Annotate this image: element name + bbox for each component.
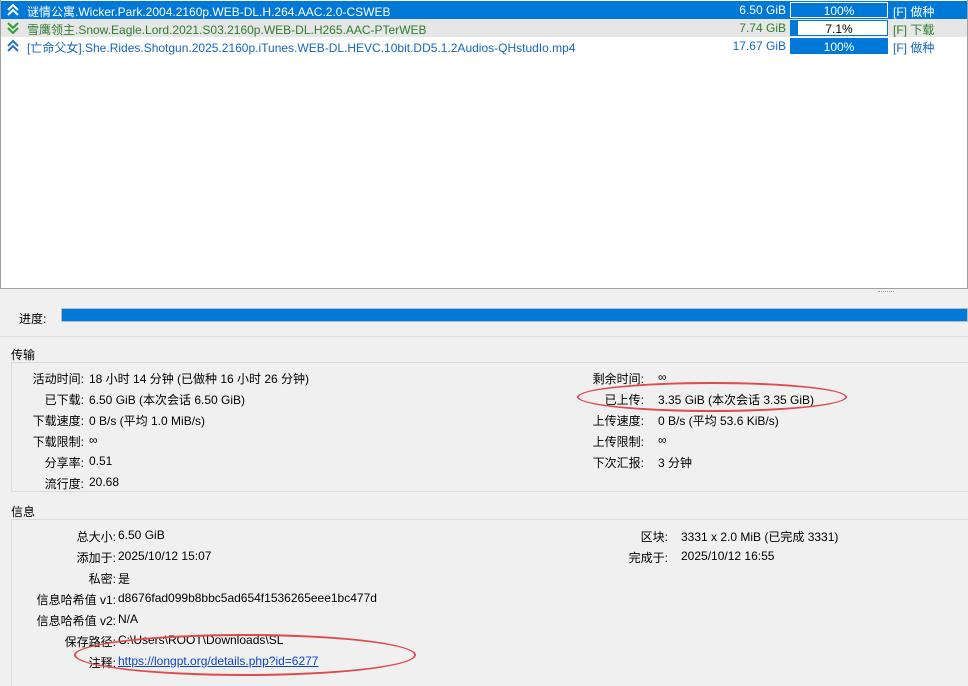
uploaded-value: 3.35 GiB (本次会话 3.35 GiB): [658, 393, 815, 407]
torrent-status: [F] 做种: [893, 5, 935, 19]
reannounce-label: 下次汇报:: [592, 456, 644, 470]
seed-up-icon: [7, 39, 19, 52]
splitter-grip[interactable]: [878, 291, 894, 293]
downloaded-label: 已下载:: [44, 393, 84, 407]
completed-on-label: 完成于:: [628, 551, 668, 565]
seed-up-icon: [7, 3, 19, 16]
torrent-size: 7.74 GiB: [739, 21, 786, 35]
save-path-label: 保存路径:: [64, 635, 116, 649]
ratio-label: 分享率:: [44, 456, 84, 470]
torrent-status: [F] 下载: [893, 23, 935, 37]
total-size-value: 6.50 GiB: [118, 528, 165, 542]
downloaded-value: 6.50 GiB (本次会话 6.50 GiB): [89, 393, 246, 407]
download-limit-label: 下载限制:: [32, 435, 84, 449]
progress-section: 进度:: [0, 295, 968, 337]
hash-v1-label: 信息哈希值 v1:: [36, 593, 116, 607]
torrent-name: [亡命父女].She.Rides.Shotgun.2025.2160p.iTun…: [27, 41, 576, 55]
torrent-progress-bar: 100%: [790, 2, 888, 18]
uploaded-label: 已上传:: [604, 393, 644, 407]
upload-limit-label: 上传限制:: [592, 435, 644, 449]
added-on-label: 添加于:: [76, 551, 116, 565]
pieces-label: 区块:: [640, 530, 668, 544]
reannounce-value: 3 分钟: [658, 456, 693, 470]
comment-label: 注释:: [88, 656, 116, 670]
download-speed-value: 0 B/s (平均 1.0 MiB/s): [89, 414, 206, 428]
torrent-progress-text: 100%: [823, 40, 855, 54]
transfer-group: 活动时间: 18 小时 14 分钟 (已做种 16 小时 26 分钟) 已下载:…: [11, 362, 968, 492]
download-speed-label: 下载速度:: [32, 414, 84, 428]
upload-speed-label: 上传速度:: [592, 414, 644, 428]
transfer-group-title: 传输: [11, 348, 36, 362]
torrent-status: [F] 做种: [893, 41, 935, 55]
hash-v2-label: 信息哈希值 v2:: [36, 614, 116, 628]
torrent-list[interactable]: 谜情公寓.Wicker.Park.2004.2160p.WEB-DL.H.264…: [0, 0, 968, 289]
save-path-value[interactable]: C:\Users\ROOT\Downloads\SL: [118, 633, 283, 647]
hash-v2-value: N/A: [118, 612, 139, 626]
progress-label: 进度:: [19, 312, 47, 326]
popularity-label: 流行度:: [44, 477, 84, 491]
active-time-label: 活动时间:: [32, 372, 84, 386]
torrent-size: 17.67 GiB: [732, 39, 786, 53]
torrent-row-2[interactable]: [亡命父女].She.Rides.Shotgun.2025.2160p.iTun…: [1, 37, 967, 55]
torrent-row-0[interactable]: 谜情公寓.Wicker.Park.2004.2160p.WEB-DL.H.264…: [1, 1, 967, 19]
eta-value: ∞: [658, 370, 667, 384]
info-group: 总大小: 6.50 GiB 添加于: 2025/10/12 15:07 私密: …: [11, 519, 968, 686]
upload-speed-value: 0 B/s (平均 53.6 KiB/s): [658, 414, 779, 428]
torrent-progress-bar: 7.1%: [790, 20, 888, 36]
hash-v1-value[interactable]: d8676fad099b8bbc5ad654f1536265eee1bc477d: [118, 591, 377, 605]
ratio-value: 0.51: [89, 454, 113, 468]
private-label: 私密:: [88, 572, 116, 586]
torrent-size: 6.50 GiB: [739, 3, 786, 17]
active-time-value: 18 小时 14 分钟 (已做种 16 小时 26 分钟): [89, 372, 310, 386]
progress-bar: [61, 308, 968, 322]
pieces-value: 3331 x 2.0 MiB (已完成 3331): [681, 530, 839, 544]
torrent-name: 谜情公寓.Wicker.Park.2004.2160p.WEB-DL.H.264…: [27, 5, 391, 19]
private-value: 是: [118, 572, 131, 586]
download-limit-value: ∞: [89, 433, 98, 447]
total-size-label: 总大小:: [76, 530, 116, 544]
torrent-progress-text: 100%: [823, 4, 855, 18]
eta-label: 剩余时间:: [592, 372, 644, 386]
added-on-value: 2025/10/12 15:07: [118, 549, 212, 563]
completed-on-value: 2025/10/12 16:55: [681, 549, 775, 563]
torrent-row-1[interactable]: 雪鹰领主.Snow.Eagle.Lord.2021.S03.2160p.WEB-…: [1, 19, 967, 37]
download-down-icon: [7, 22, 19, 35]
popularity-value: 20.68: [89, 475, 120, 489]
info-group-title: 信息: [11, 505, 36, 519]
upload-limit-value: ∞: [658, 433, 667, 447]
torrent-name: 雪鹰领主.Snow.Eagle.Lord.2021.S03.2160p.WEB-…: [27, 23, 427, 37]
torrent-progress-bar: 100%: [790, 38, 888, 54]
torrent-progress-text: 7.1%: [825, 22, 853, 36]
comment-link[interactable]: https://longpt.org/details.php?id=6277: [118, 654, 318, 668]
